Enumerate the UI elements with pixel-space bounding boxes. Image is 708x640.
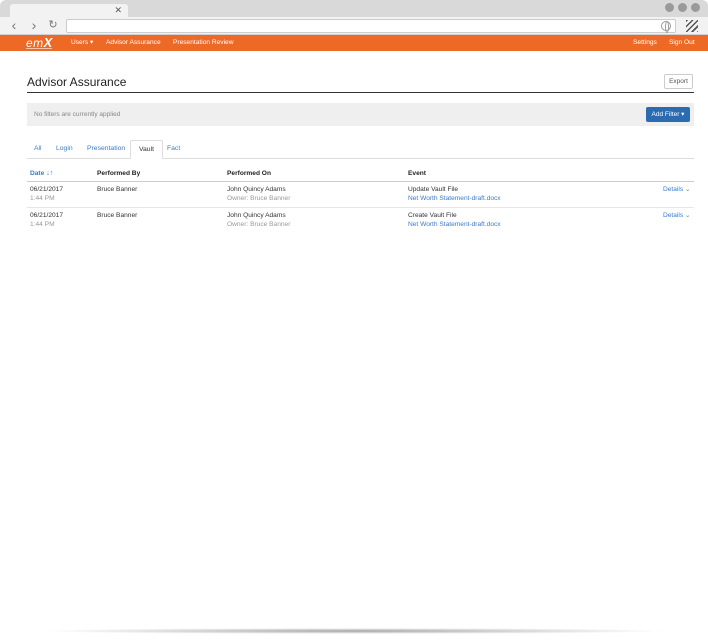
filter-bar: No filters are currently applied Add Fil… [27,103,694,126]
row-time: 1:44 PM [30,221,55,228]
maximize-window-button[interactable] [678,3,687,12]
row-date: 06/21/2017 [30,212,64,219]
export-button[interactable]: Export [664,74,693,89]
nav-users-menu[interactable]: Users ▾ [71,39,93,47]
nav-presentation-review[interactable]: Presentation Review [173,39,233,47]
window-controls [665,3,700,12]
browser-tab-strip: ✕ [0,0,708,17]
back-icon[interactable]: ‹ [7,18,21,33]
row-owner: Owner: Bruce Banner [227,221,291,228]
browser-tab[interactable]: ✕ [10,4,128,17]
page-title: Advisor Assurance [27,75,127,89]
window-shadow [40,628,668,634]
row-details-toggle[interactable]: Details ⌄ [663,212,691,220]
nav-advisor-assurance[interactable]: Advisor Assurance [106,39,161,47]
globe-icon [661,21,671,33]
tab-all[interactable]: All [34,145,42,153]
row-event: Update Vault File [408,186,459,193]
table-header-divider [27,181,694,182]
nav-sign-out[interactable]: Sign Out [669,39,695,47]
title-divider [27,92,694,93]
minimize-window-button[interactable] [665,3,674,12]
row-details-toggle[interactable]: Details ⌄ [663,186,691,194]
forward-icon[interactable]: › [27,18,41,33]
row-date: 06/21/2017 [30,186,64,193]
row-owner: Owner: Bruce Banner [227,195,291,202]
row-time: 1:44 PM [30,195,55,202]
tab-fact[interactable]: Fact [167,145,180,153]
row-file-link[interactable]: Net Worth Statement-draft.docx [408,195,501,203]
close-tab-icon[interactable]: ✕ [114,5,122,15]
row-event: Create Vault File [408,212,457,219]
row-performed-by: Bruce Banner [97,212,138,219]
column-header-date[interactable]: Date ↓↑ [30,170,53,178]
tab-vault[interactable]: Vault [130,140,163,159]
column-header-performed-on: Performed On [227,170,271,177]
reload-icon[interactable]: ↻ [46,19,60,33]
address-bar[interactable] [66,19,676,33]
filter-status-text: No filters are currently applied [34,111,121,118]
tab-login[interactable]: Login [56,145,73,153]
row-file-link[interactable]: Net Worth Statement-draft.docx [408,221,501,229]
column-header-event: Event [408,170,426,177]
browser-toolbar: ‹ › ↻ [0,17,708,35]
column-header-performed-by: Performed By [97,170,141,177]
sort-icon[interactable]: ↓↑ [46,170,53,177]
event-type-tabs: All Login Presentation Vault Fact [27,140,694,159]
nav-settings[interactable]: Settings [633,39,657,47]
close-window-button[interactable] [691,3,700,12]
add-filter-button[interactable]: Add Filter ▾ [646,107,690,122]
date-header-label: Date [30,170,45,177]
row-performed-on: John Quincy Adams [227,186,286,193]
row-performed-by: Bruce Banner [97,186,138,193]
extension-icon[interactable] [686,20,698,32]
tab-presentation[interactable]: Presentation [87,145,125,153]
row-divider [27,207,694,208]
row-performed-on: John Quincy Adams [227,212,286,219]
app-header: emX Users ▾ Advisor Assurance Presentati… [0,35,708,51]
logo-underline [26,48,52,49]
